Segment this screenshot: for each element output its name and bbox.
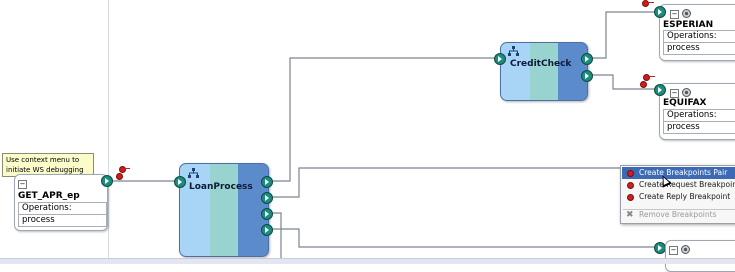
tooltip-line-1: Use context menu to [6, 156, 80, 164]
operations-label: Operations: [22, 203, 72, 213]
loanprocess-in-port-icon[interactable] [174, 176, 186, 188]
remove-icon: ✖ [626, 210, 634, 220]
gear-icon [682, 9, 691, 18]
operation-process[interactable]: process [664, 121, 735, 133]
creditcheck-component[interactable]: CreditCheck [500, 42, 588, 101]
operation-process[interactable]: process [19, 214, 106, 226]
equifax-reference-card[interactable]: − EQUIFAX Operations: process [659, 83, 735, 140]
menu-item-create-reply-breakpoint[interactable]: Create Reply Breakpoint [622, 191, 735, 203]
collapse-icon[interactable]: − [669, 246, 678, 255]
wire-loanprocess-lower [271, 212, 282, 263]
esperian-reference-card[interactable]: − ESPERIAN Operations: process [659, 4, 735, 61]
exposed-service-card[interactable]: − GET_APR_ep Operations: process [14, 174, 108, 231]
wire-creditcheck-to-esperian [592, 11, 656, 59]
bottom-reference-card[interactable]: − [665, 240, 735, 272]
reference-name: EQUIFAX [663, 98, 707, 108]
loanprocess-component[interactable]: LoanProcess [179, 163, 269, 257]
operation-process[interactable]: process [664, 42, 735, 54]
wire-loanprocess-to-creditcheck [271, 57, 498, 182]
menu-item-label: Create Reply Breakpoint [639, 192, 731, 201]
component-tree-icon [188, 168, 199, 178]
component-name: CreditCheck [510, 59, 572, 69]
reference-operations-table: Operations: process [663, 30, 735, 55]
menu-item-label: Remove Breakpoints [639, 210, 717, 219]
reference-operations-table: Operations: process [663, 109, 735, 134]
service-operations-table: Operations: process [18, 202, 107, 227]
breakpoint-context-menu[interactable]: Create Breakpoints Pair Create Request B… [620, 165, 735, 224]
component-tree-icon [508, 46, 519, 56]
breakpoint-arrow-icon [649, 76, 655, 77]
breakpoint-icon[interactable] [116, 173, 123, 180]
collapse-icon[interactable]: − [18, 180, 27, 189]
breakpoint-arrow-icon [124, 168, 130, 169]
collapse-icon[interactable]: − [670, 10, 679, 19]
breakpoint-icon [627, 194, 634, 201]
breakpoint-arrow-icon [648, 2, 654, 3]
breakpoint-icon[interactable] [640, 81, 647, 88]
loanprocess-out-port-icon[interactable] [261, 192, 273, 204]
gear-icon [681, 245, 690, 254]
loanprocess-out-port-icon[interactable] [261, 176, 273, 188]
creditcheck-out-port-icon[interactable] [581, 70, 593, 82]
menu-item-remove-breakpoints[interactable]: ✖ Remove Breakpoints [622, 209, 735, 221]
menu-item-create-breakpoints-pair[interactable]: Create Breakpoints Pair [622, 167, 735, 179]
collapse-icon[interactable]: − [670, 89, 679, 98]
menu-item-create-request-breakpoint[interactable]: Create Request Breakpoint [622, 179, 735, 191]
menu-item-label: Create Breakpoints Pair [639, 168, 728, 177]
wire-loanprocess-to-bottom-ref [271, 228, 656, 248]
equifax-port-icon[interactable] [654, 84, 666, 96]
wire-loanprocess-to-breakpoints [271, 167, 628, 198]
creditcheck-in-port-icon[interactable] [494, 53, 506, 65]
loanprocess-out-port-icon[interactable] [261, 224, 273, 236]
breakpoint-icon [627, 182, 634, 189]
menu-item-label: Create Request Breakpoint [639, 180, 735, 189]
loanprocess-out-port-icon[interactable] [261, 208, 273, 220]
service-port-icon[interactable] [101, 175, 113, 187]
operations-label: Operations: [667, 110, 717, 120]
service-name: GET_APR_ep [18, 191, 80, 201]
breakpoint-icon [627, 170, 634, 177]
creditcheck-out-port-icon[interactable] [581, 53, 593, 65]
operations-label: Operations: [667, 31, 717, 41]
esperian-port-icon[interactable] [654, 6, 666, 18]
reference-name: ESPERIAN [663, 20, 714, 30]
component-name: LoanProcess [189, 182, 253, 192]
canvas-bottom-edge [0, 258, 735, 264]
gear-icon [682, 88, 691, 97]
